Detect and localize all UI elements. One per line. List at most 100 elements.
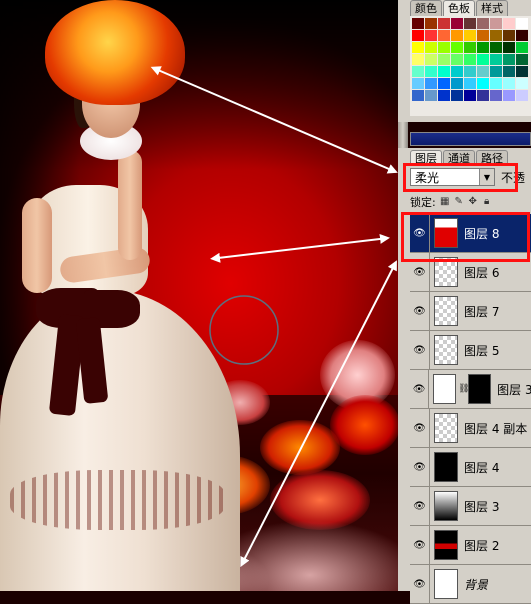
color-swatch[interactable] [490,66,502,77]
swatches-panel: 颜色 色板 样式 [398,0,531,122]
color-swatch[interactable] [490,90,502,101]
eye-icon[interactable]: 👁︎ [410,292,430,330]
color-swatch[interactable] [425,30,437,41]
color-swatch[interactable] [425,66,437,77]
tab-styles[interactable]: 样式 [476,0,508,16]
color-swatch[interactable] [516,78,528,89]
color-swatch[interactable] [477,54,489,65]
color-swatch[interactable] [464,30,476,41]
color-swatch[interactable] [412,42,424,53]
color-swatch[interactable] [503,42,515,53]
color-swatch[interactable] [477,30,489,41]
color-swatch[interactable] [464,42,476,53]
color-swatch[interactable] [438,18,450,29]
color-swatch[interactable] [412,90,424,101]
color-swatch[interactable] [451,30,463,41]
color-swatch[interactable] [451,18,463,29]
eye-icon[interactable]: 👁︎ [410,565,430,603]
color-swatch[interactable] [425,78,437,89]
color-swatch[interactable] [412,54,424,65]
color-swatch[interactable] [438,54,450,65]
color-swatch[interactable] [490,18,502,29]
color-swatch[interactable] [477,78,489,89]
color-swatch[interactable] [451,78,463,89]
color-swatch[interactable] [425,54,437,65]
eye-icon[interactable]: 👁︎ [410,409,430,447]
color-swatch[interactable] [503,54,515,65]
layer-thumbnail [434,491,458,521]
layer-row[interactable]: 👁︎ 图层 3 [410,487,531,526]
tab-color[interactable]: 颜色 [410,0,442,16]
color-swatch[interactable] [451,54,463,65]
color-swatch[interactable] [516,30,528,41]
brush-lock-icon[interactable]: ✎ [454,197,464,207]
color-swatch[interactable] [477,42,489,53]
layer-row[interactable]: 👁︎ 背景 [410,565,531,604]
color-swatch[interactable] [477,66,489,77]
color-swatch[interactable] [490,78,502,89]
color-swatch[interactable] [516,18,528,29]
layer-row[interactable]: 👁︎ 图层 2 [410,526,531,565]
color-swatch[interactable] [503,78,515,89]
layer-thumbnail [434,413,458,443]
color-swatch[interactable] [503,18,515,29]
layers-list: 👁︎ 图层 8 👁︎ 图层 6 👁︎ 图层 7 👁︎ 图层 5 👁︎ ⛓ 图层 3 👁︎ 图层 4 副本… [410,214,531,604]
color-swatch[interactable] [503,90,515,101]
tab-swatches[interactable]: 色板 [443,0,475,16]
panel-title-bar[interactable] [410,132,531,146]
color-swatch[interactable] [412,78,424,89]
color-swatch[interactable] [477,90,489,101]
color-swatch[interactable] [451,42,463,53]
eye-icon[interactable]: 👁︎ [410,526,430,564]
color-swatch[interactable] [438,78,450,89]
color-swatch[interactable] [516,42,528,53]
layer-thumbnail [434,530,458,560]
eye-icon[interactable]: 👁︎ [410,448,430,486]
swatch-grid [410,16,531,116]
color-swatch[interactable] [412,18,424,29]
color-swatch[interactable] [451,66,463,77]
color-swatch[interactable] [412,66,424,77]
color-swatch[interactable] [464,90,476,101]
color-swatch[interactable] [503,30,515,41]
color-swatch[interactable] [464,66,476,77]
color-swatch[interactable] [438,66,450,77]
color-swatch[interactable] [412,30,424,41]
eye-icon[interactable]: 👁︎ [410,487,430,525]
color-swatch[interactable] [464,18,476,29]
color-swatch[interactable] [490,42,502,53]
color-swatch[interactable] [464,54,476,65]
layer-name: 图层 6 [464,265,500,280]
layer-row[interactable]: 👁︎ 图层 7 [410,292,531,331]
color-swatch[interactable] [425,18,437,29]
selected-layer-highlight [401,212,530,262]
color-swatch[interactable] [477,18,489,29]
color-swatch[interactable] [438,42,450,53]
color-swatch[interactable] [490,30,502,41]
color-swatch[interactable] [516,54,528,65]
color-swatch[interactable] [516,66,528,77]
layer-row[interactable]: 👁︎ 图层 4 副本 [410,409,531,448]
document-canvas[interactable] [0,0,398,591]
layer-row[interactable]: 👁︎ ⛓ 图层 3 [410,370,531,409]
layer-mask-thumbnail[interactable] [468,374,492,404]
eye-icon[interactable]: 👁︎ [410,331,430,369]
chain-link-icon[interactable]: ⛓ [458,384,469,394]
color-swatch[interactable] [451,90,463,101]
color-swatch[interactable] [438,90,450,101]
eye-icon[interactable]: 👁︎ [410,370,430,408]
color-swatch[interactable] [464,78,476,89]
color-swatch[interactable] [516,90,528,101]
layer-row[interactable]: 👁︎ 图层 4 [410,448,531,487]
move-lock-icon[interactable]: ✥ [468,197,478,207]
layer-thumbnail [434,335,458,365]
color-swatch[interactable] [425,42,437,53]
layer-row[interactable]: 👁︎ 图层 5 [410,331,531,370]
layer-thumbnail [434,569,458,599]
padlock-icon[interactable]: 🔒︎ [482,197,492,207]
color-swatch[interactable] [490,54,502,65]
checkerboard-lock-icon[interactable]: ▦ [440,197,450,207]
color-swatch[interactable] [425,90,437,101]
color-swatch[interactable] [438,30,450,41]
color-swatch[interactable] [503,66,515,77]
